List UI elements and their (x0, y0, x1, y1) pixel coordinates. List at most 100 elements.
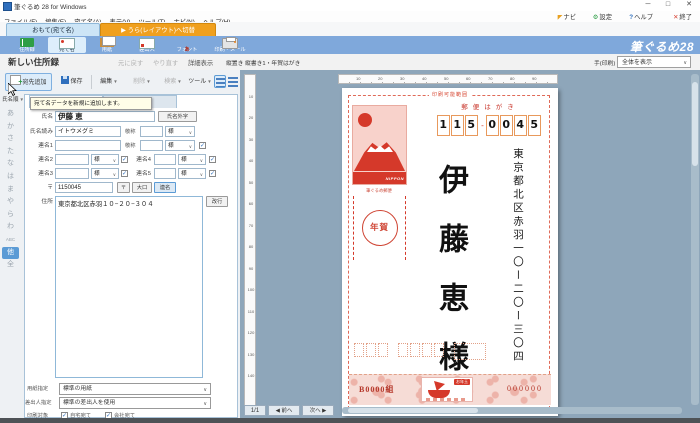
index-tab-は[interactable]: は (2, 171, 19, 184)
joint1-label: 連名1 (25, 140, 53, 152)
joint4-input[interactable] (154, 154, 176, 165)
ruler-label: 30 (246, 137, 256, 142)
joint4-honorific-select[interactable]: 様∨ (178, 154, 206, 165)
sender-zip-box (398, 343, 408, 357)
index-tab-ま[interactable]: ま (2, 184, 19, 197)
sender-spec-select[interactable]: 標準の差出人を使用∨ (59, 397, 211, 409)
index-tab-た[interactable]: た (2, 146, 19, 159)
index-tab-ABC[interactable]: ABC (2, 234, 19, 247)
index-tab-や[interactable]: や (2, 196, 19, 209)
honorific-select[interactable]: 様∨ (165, 126, 195, 137)
minimize-button[interactable]: ─ (640, 0, 656, 10)
undo-button[interactable]: 元に戻す (118, 58, 143, 67)
zoom-select[interactable]: 全体を表示∨ (617, 56, 691, 68)
view-detail-toggle[interactable] (214, 75, 226, 88)
exit-menu-button[interactable]: ✕終了 (673, 12, 692, 21)
joint2-input[interactable] (55, 154, 89, 165)
ruler-label: 90 (246, 266, 256, 271)
name-input[interactable]: 伊藤 恵 (55, 111, 155, 122)
tool-menu-button[interactable]: ツール▼ (188, 73, 212, 91)
settings-menu-button[interactable]: ⚙設定 (593, 12, 612, 21)
sender-card-icon (139, 38, 155, 49)
ruler-label: 60 (466, 76, 470, 81)
view-list-toggle[interactable] (227, 75, 239, 88)
joint5-honorific-select[interactable]: 様∨ (178, 168, 206, 179)
ribbon-item-font[interactable]: ぁあ フォント (168, 37, 206, 53)
zip-input[interactable]: 1150045 (55, 182, 113, 193)
sender-zip-box (434, 343, 444, 357)
ribbon-item-atena[interactable]: 宛て名 (48, 37, 86, 53)
joint4-print-checkbox[interactable]: ✓ (209, 156, 216, 163)
kana-input[interactable]: イトウメグミ (55, 126, 121, 137)
ruler-label: 100 (246, 287, 256, 292)
horizontal-scrollbar[interactable] (342, 407, 682, 414)
vertical-ruler: 102030405060708090100110120130140 (244, 74, 256, 408)
maximize-button[interactable]: □ (660, 0, 676, 10)
joint2-honorific-select[interactable]: 様∨ (91, 154, 119, 165)
paper-spec-select[interactable]: 標準の用紙∨ (59, 383, 211, 395)
address-textarea[interactable]: 東京都北区赤羽１０−２０−３０４ (55, 196, 203, 378)
prev-page-button[interactable]: ◀ 前へ (268, 405, 300, 416)
lottery-serial-number: 000000 (507, 384, 543, 393)
joint1-input[interactable] (55, 140, 121, 151)
index-tab-か[interactable]: か (2, 121, 19, 134)
ribbon-item-print-mail[interactable]: 印刷・メール (208, 37, 252, 53)
printable-area-label: 印刷可能範囲 (429, 91, 471, 98)
ruler-label: 10 (356, 76, 360, 81)
horizontal-ruler: 102030405060708090 (338, 74, 558, 84)
gaiji-button[interactable]: 氏名外字 (158, 111, 197, 122)
app-logo: 筆ぐるめ28 (630, 38, 694, 55)
nav-menu-button[interactable]: ◤ナビ (558, 12, 576, 21)
zip-joint-button[interactable]: 連名 (154, 182, 176, 193)
index-tab-全[interactable]: 全 (2, 259, 19, 272)
joint3-input[interactable] (55, 168, 89, 179)
nenga-circle-mark: 年賀 (362, 210, 398, 246)
toolbar-separator (91, 75, 92, 89)
nenga-mark-area: 年賀 (353, 196, 406, 260)
tab-front-omote[interactable]: おもて(宛て名) (6, 23, 100, 37)
index-tab-他[interactable]: 他 (2, 247, 19, 260)
index-tab-ら[interactable]: ら (2, 209, 19, 222)
joint3-honorific-select[interactable]: 様∨ (91, 168, 119, 179)
stamp-area: NIPPON (352, 105, 407, 185)
edit-menu-button[interactable]: 編集▼ (94, 73, 124, 91)
chevron-down-icon: ∨ (683, 57, 687, 69)
vertical-scrollbar[interactable] (691, 74, 699, 405)
newline-button[interactable]: 改行 (206, 196, 228, 207)
next-page-button[interactable]: 次へ ▶ (302, 405, 334, 416)
honorific-custom-input[interactable] (140, 126, 163, 137)
paper-orientation-info: 縦置き 縦書き1・年賀はがき (226, 58, 300, 67)
zip-lookup-button[interactable]: 〒 (117, 182, 130, 193)
tab-back-ura-switch[interactable]: ▶ うら(レイアウト)へ切替 (100, 23, 216, 37)
postcard-preview[interactable]: 印刷可能範囲 郵便はがき NIPPON 筆ぐるめ郵便 年賀 115-0045 東… (342, 88, 558, 416)
save-button[interactable]: 保存 (56, 73, 88, 91)
delete-menu-button[interactable]: 削除▼ (127, 73, 157, 91)
floppy-save-icon (61, 76, 69, 84)
search-menu-button[interactable]: 検索▼ (158, 73, 188, 91)
redo-button[interactable]: やり直す (153, 58, 178, 67)
ribbon-item-paper[interactable]: 用紙 (88, 37, 126, 53)
joint1-honorific-input[interactable] (140, 140, 163, 151)
help-menu-button[interactable]: ?ヘルプ (629, 12, 653, 21)
joint5-input[interactable] (154, 168, 176, 179)
joint1-print-checkbox[interactable]: ✓ (199, 142, 206, 149)
close-button[interactable]: ✕ (681, 0, 697, 10)
chevron-down-icon: ▼ (113, 79, 117, 84)
zip-bulk-button[interactable]: 大口 (132, 182, 152, 193)
index-tab-さ[interactable]: さ (2, 133, 19, 146)
address-book-icon (20, 38, 34, 47)
index-tab-わ[interactable]: わ (2, 221, 19, 234)
zip-digit-box: 0 (486, 115, 499, 136)
address-label: 住所 (25, 196, 53, 208)
detail-view-button[interactable]: 詳細表示 (188, 58, 213, 67)
index-tab-あ[interactable]: あ (2, 108, 19, 121)
ribbon-item-addressbook[interactable]: 住所録 (8, 37, 46, 53)
joint5-print-checkbox[interactable]: ✓ (209, 170, 216, 177)
ruler-label: 30 (400, 76, 404, 81)
lottery-strip: B0000組 お年玉 000000 (349, 374, 551, 405)
ribbon-item-sender[interactable]: 差出人 (128, 37, 166, 53)
index-tab-な[interactable]: な (2, 158, 19, 171)
joint1-honorific-select[interactable]: 様∨ (165, 140, 195, 151)
tooltip: 宛て名データを新規に追加します。 (30, 97, 152, 110)
zip-label: 〒 (25, 182, 53, 194)
